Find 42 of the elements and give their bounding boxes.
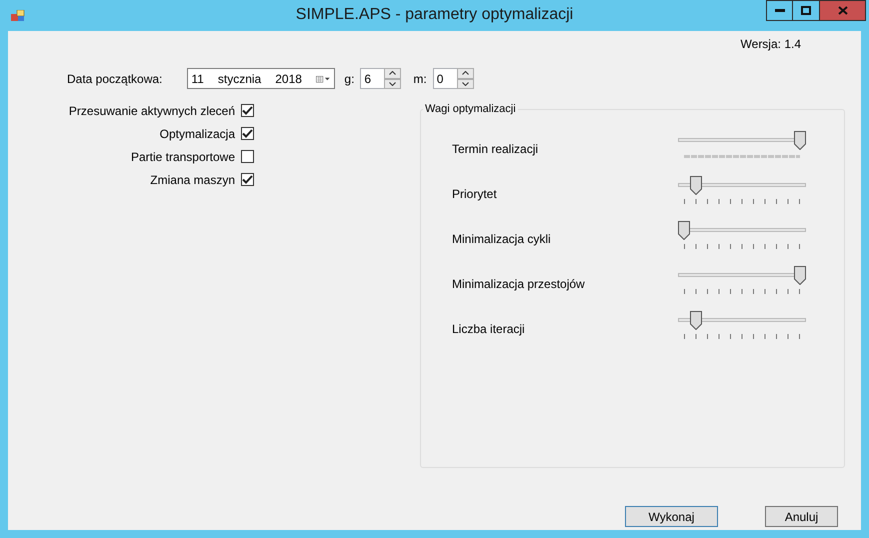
- option-label: Partie transportowe: [130, 150, 235, 164]
- dialog-button[interactable]: Wykonaj: [625, 506, 718, 527]
- minute-label: m:: [413, 72, 427, 86]
- slider-label: Minimalizacja przestojów: [452, 277, 586, 293]
- slider-label: Liczba iteracji: [452, 322, 526, 338]
- spin-up-button[interactable]: [456, 68, 474, 78]
- slider-label: Minimalizacja cykli: [452, 232, 552, 248]
- slider-thumb[interactable]: [690, 311, 702, 330]
- hour-field[interactable]: 6: [360, 68, 384, 89]
- minimize-button[interactable]: [766, 0, 793, 21]
- hour-label: g:: [344, 72, 354, 86]
- option-label: Optymalizacja: [160, 126, 235, 140]
- minimize-icon: [774, 9, 784, 12]
- spin-up-button[interactable]: [384, 68, 402, 78]
- caret-up-icon: [462, 71, 469, 76]
- slider-thumb[interactable]: [794, 266, 806, 285]
- checkbox[interactable]: [241, 104, 254, 117]
- checkbox[interactable]: [241, 127, 254, 140]
- start-date-label: Data początkowa:: [67, 72, 162, 86]
- slider-label: Priorytet: [452, 187, 498, 203]
- checkbox[interactable]: [241, 173, 254, 186]
- caret-down-icon: [389, 82, 396, 86]
- slider-label: Termin realizacji: [452, 142, 540, 158]
- app-icon: [11, 10, 25, 22]
- caret-down-icon: [462, 82, 469, 86]
- close-icon: [838, 6, 848, 15]
- slider-thumb[interactable]: [678, 221, 690, 240]
- caret-up-icon: [389, 71, 396, 76]
- group-title: Wagi optymalizacji: [424, 103, 517, 115]
- dialog-button[interactable]: Anuluj: [765, 506, 838, 527]
- spin-down-button[interactable]: [384, 78, 402, 89]
- slider-thumb[interactable]: [794, 131, 806, 150]
- option-label: Zmiana maszyn: [150, 172, 235, 186]
- date-picker[interactable]: 11 stycznia 2018: [187, 68, 336, 89]
- slider-thumb[interactable]: [690, 176, 702, 195]
- close-button[interactable]: [820, 0, 866, 21]
- checkbox[interactable]: [241, 150, 254, 163]
- version-label: Wersja: 1.4: [740, 37, 801, 51]
- window-title: SIMPLE.APS - parametry optymalizacji: [296, 6, 574, 24]
- minute-field[interactable]: 0: [432, 68, 457, 89]
- maximize-icon: [801, 6, 811, 15]
- option-label: Przesuwanie aktywnych zleceń: [68, 104, 235, 118]
